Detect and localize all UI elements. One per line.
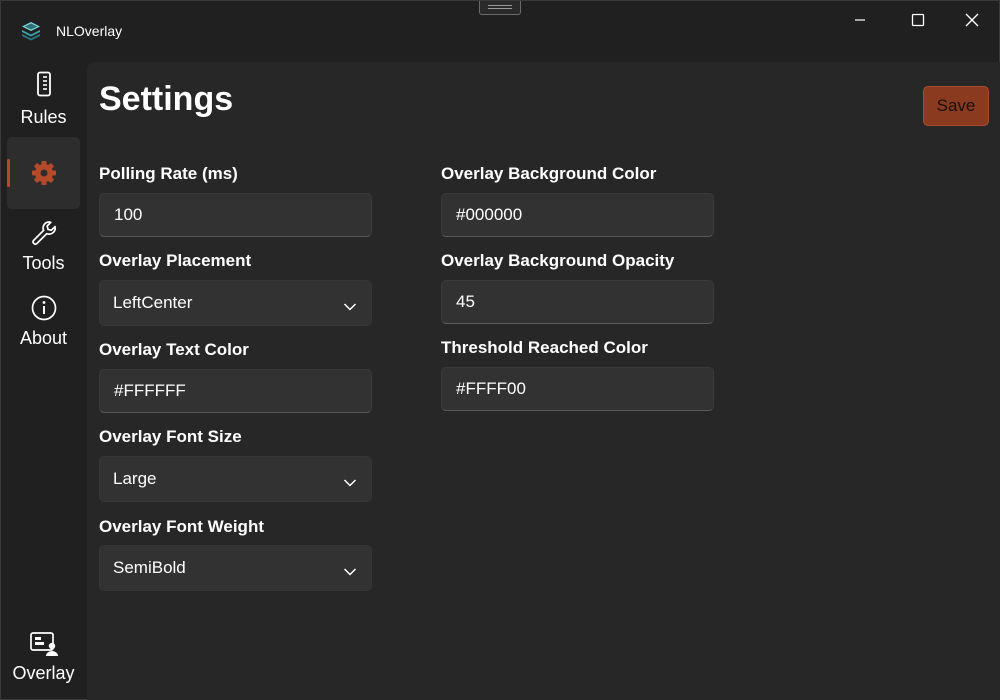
- ruler-icon: [7, 71, 80, 97]
- overlay-placement-value: LeftCenter: [113, 293, 193, 312]
- overlay-placement-select[interactable]: LeftCenter: [99, 280, 372, 326]
- threshold-color-label: Threshold Reached Color: [441, 338, 648, 357]
- sidebar-item-label: Rules: [20, 107, 67, 127]
- overlay-font-size-value: Large: [113, 469, 157, 488]
- gear-icon: [7, 159, 80, 187]
- sidebar-item-about[interactable]: About: [7, 290, 80, 362]
- minimize-icon: [854, 14, 866, 26]
- overlay-bg-opacity-label: Overlay Background Opacity: [441, 251, 675, 270]
- polling-rate-label: Polling Rate (ms): [99, 164, 238, 183]
- close-icon: [965, 13, 979, 27]
- maximize-icon: [911, 13, 925, 27]
- overlay-text-color-label: Overlay Text Color: [99, 340, 249, 359]
- chevron-down-icon: [343, 562, 357, 582]
- polling-rate-input[interactable]: 100: [99, 193, 372, 237]
- overlay-font-weight-select[interactable]: SemiBold: [99, 545, 372, 591]
- sidebar-item-overlay[interactable]: Overlay: [7, 625, 80, 697]
- app-title: NLOverlay: [56, 23, 123, 39]
- overlay-bg-color-input[interactable]: #000000: [441, 193, 714, 237]
- maximize-button[interactable]: [891, 1, 945, 39]
- overlay-font-weight-value: SemiBold: [113, 558, 186, 577]
- sidebar-item-label: Tools: [22, 253, 65, 273]
- sidebar-item-rules[interactable]: Rules: [7, 65, 80, 137]
- overlay-font-size-label: Overlay Font Size: [99, 427, 242, 446]
- sidebar-item-settings[interactable]: [7, 137, 80, 209]
- threshold-color-input[interactable]: #FFFF00: [441, 367, 714, 411]
- app-window: NLOverlay Rules Tools About Overlay Sett…: [0, 0, 1000, 700]
- overlay-font-size-select[interactable]: Large: [99, 456, 372, 502]
- chevron-down-icon: [343, 473, 357, 493]
- minimize-button[interactable]: [833, 1, 887, 39]
- overlay-bg-color-label: Overlay Background Color: [441, 164, 657, 183]
- settings-page: Settings Save Polling Rate (ms) 100 Over…: [87, 62, 1000, 700]
- overlay-bg-opacity-input[interactable]: 45: [441, 280, 714, 324]
- sidebar-item-label: About: [19, 328, 68, 348]
- chevron-down-icon: [343, 297, 357, 317]
- sidebar-item-tools[interactable]: Tools: [7, 215, 80, 287]
- overlay-font-weight-label: Overlay Font Weight: [99, 517, 264, 536]
- save-button[interactable]: Save: [923, 86, 989, 126]
- drag-handle[interactable]: [479, 1, 521, 15]
- sidebar-item-label: Overlay: [12, 663, 75, 683]
- overlay-placement-label: Overlay Placement: [99, 251, 252, 270]
- page-title: Settings: [99, 80, 234, 118]
- app-logo-icon: [21, 21, 41, 41]
- close-button[interactable]: [945, 1, 999, 39]
- sidebar-nav: Rules Tools About Overlay: [1, 61, 87, 700]
- wrench-icon: [7, 219, 80, 247]
- title-bar[interactable]: NLOverlay: [1, 1, 1000, 61]
- info-icon: [7, 294, 80, 322]
- overlay-icon: [7, 631, 80, 657]
- overlay-text-color-input[interactable]: #FFFFFF: [99, 369, 372, 413]
